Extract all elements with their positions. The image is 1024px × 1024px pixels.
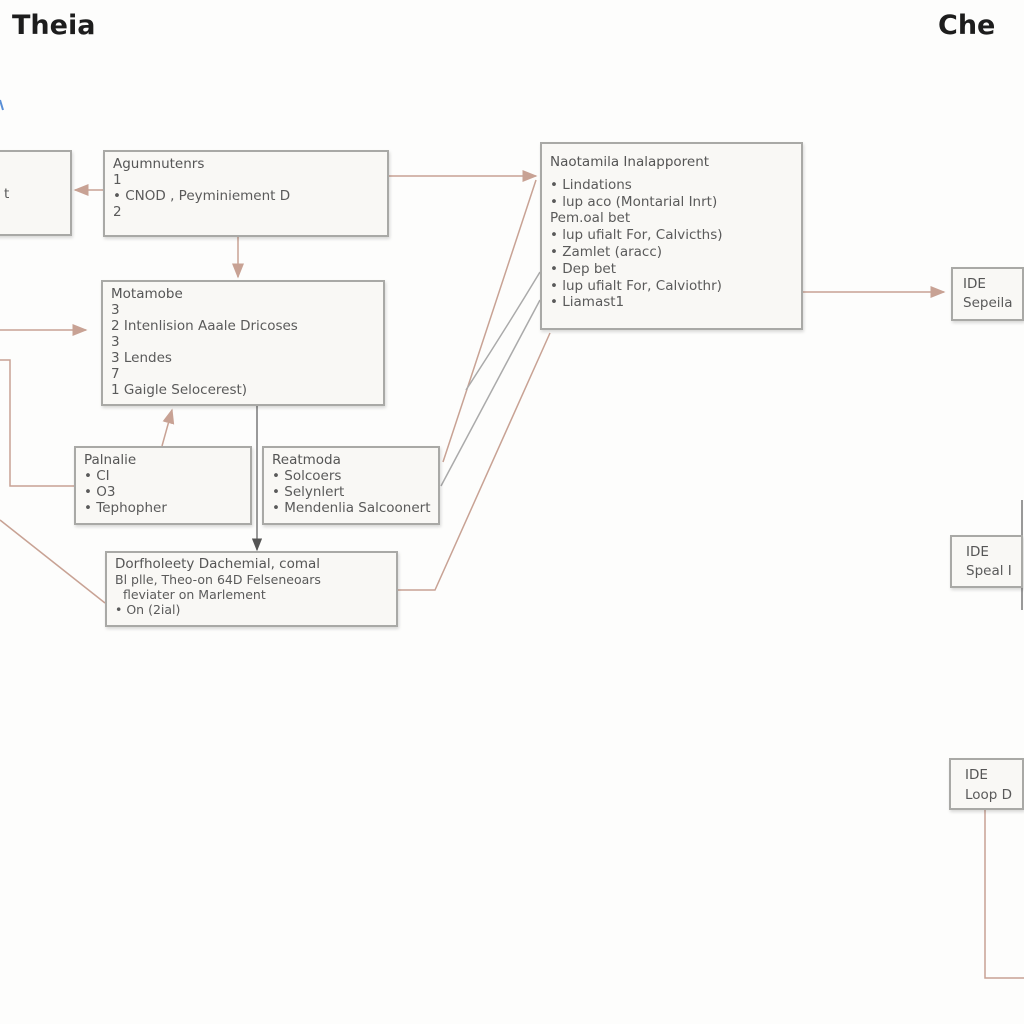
connector-ide3-down — [984, 809, 1024, 979]
box-line: • Zamlet (aracc) — [550, 243, 663, 260]
box-line: • Selynlert — [272, 484, 345, 500]
box-line: • Liamast1 — [550, 294, 625, 311]
box-line: fleviater on Marlement — [115, 587, 266, 602]
box-line: Sepeila — [963, 295, 1013, 311]
box-line: 3 — [111, 334, 120, 350]
box-title: IDE — [965, 767, 988, 783]
box-title: Dorfholeety Dachemial, comal — [115, 556, 321, 572]
box-line: 7 — [111, 366, 120, 382]
box-line: 2 — [113, 204, 122, 220]
box-ide-speal: IDE Speal I — [950, 535, 1023, 588]
box-title: Agumnutenrs — [113, 156, 205, 172]
connector-reatmoda-naotamila-3 — [440, 299, 541, 487]
box-line: • Solcoers — [272, 468, 342, 484]
box-ide-sepeila: IDE Sepeila — [951, 267, 1024, 321]
box-line: • lup aco (Montarial Inrt) — [550, 193, 718, 210]
connector-edge-dorfholeety — [0, 519, 106, 604]
box-title: Naotamila Inalapporent — [550, 154, 710, 170]
box-line: • Tephopher — [84, 500, 167, 516]
box-line: • CNOD , Peyminiement D — [113, 188, 291, 204]
box-line: • CI — [84, 468, 110, 484]
box-line: • On (2ial) — [115, 602, 181, 617]
box-line: • lup ufialt For, Calvicths) — [550, 227, 723, 244]
box-line: Bl plle, Theo-on 64D Felseneoars — [115, 572, 321, 587]
box-ide-loop: IDE Loop D — [949, 758, 1024, 810]
connector-reatmoda-naotamila-2 — [465, 271, 541, 391]
box-line: Speal I — [966, 563, 1012, 579]
box-line: Loop D — [965, 787, 1013, 803]
connector-palnalie-motamobe — [161, 408, 175, 447]
box-line: • O3 — [84, 484, 116, 500]
box-line: t — [4, 186, 10, 202]
blue-mark — [0, 99, 4, 111]
box-left-partial: t — [0, 150, 72, 236]
box-palnalie: Palnalie • CI • O3 • Tephopher — [74, 446, 252, 525]
box-title: IDE — [963, 276, 986, 292]
box-line: • lup ufialt For, Calviothr) — [550, 277, 722, 294]
box-motamobe: Motamobe 3 2 Intenlision Aaale Dricoses … — [101, 280, 385, 406]
box-line: • Lindations — [550, 176, 632, 193]
box-title: IDE — [966, 544, 989, 560]
box-line: Pem.oal bet — [550, 210, 631, 227]
box-dorfholeety: Dorfholeety Dachemial, comal Bl plle, Th… — [105, 551, 398, 627]
connector-reatmoda-naotamila-1 — [442, 179, 537, 463]
box-line: • Dep bet — [550, 260, 616, 277]
box-line: 2 Intenlision Aaale Dricoses — [111, 318, 298, 334]
box-title: Palnalie — [84, 452, 137, 468]
box-reatmoda: Reatmoda • Solcoers • Selynlert • Menden… — [262, 446, 440, 525]
box-line: 3 — [111, 302, 120, 318]
box-agumnutenrs: Agumnutenrs 1 • CNOD , Peyminiement D 2 — [103, 150, 389, 237]
box-line: 1 — [113, 172, 122, 188]
box-title: Reatmoda — [272, 452, 341, 468]
box-naotamila: Naotamila Inalapporent • Lindations • lu… — [540, 142, 803, 330]
box-title: Motamobe — [111, 286, 183, 302]
connector-edge-palnalie — [0, 359, 74, 487]
box-line: 1 Gaigle Selocerest) — [111, 382, 248, 398]
box-line: 3 Lendes — [111, 350, 172, 366]
box-line: • Mendenlia Salcoonert — [272, 500, 431, 516]
